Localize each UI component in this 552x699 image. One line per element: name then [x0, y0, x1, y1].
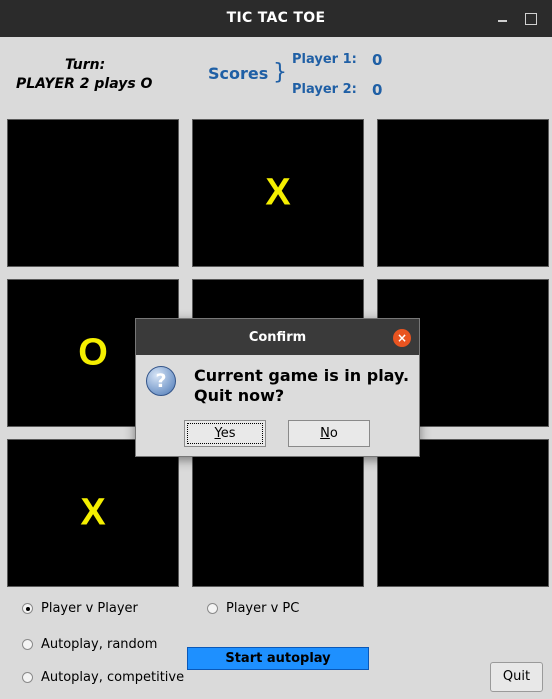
- turn-label: Turn:: [65, 57, 106, 73]
- board-cell-7[interactable]: X: [7, 439, 179, 587]
- start-autoplay-button[interactable]: Start autoplay: [187, 647, 369, 670]
- question-icon: ?: [146, 366, 176, 396]
- window-titlebar: TIC TAC TOE: [0, 0, 552, 37]
- board-cell-1[interactable]: [7, 119, 179, 267]
- radio-dot-checked-icon: [22, 603, 33, 614]
- radio-dot-icon: [22, 672, 33, 683]
- radio-label: Autoplay, competitive: [41, 670, 185, 685]
- dialog-titlebar: Confirm ×: [136, 319, 419, 355]
- turn-status: PLAYER 2 plays O: [16, 76, 153, 92]
- dialog-title: Confirm: [248, 330, 307, 345]
- radio-player-v-player[interactable]: Player v Player: [22, 601, 138, 616]
- scores-label: Scores: [208, 64, 269, 83]
- player1-score: 0: [372, 51, 383, 69]
- dialog-message-line1: Current game is in play.: [194, 366, 410, 385]
- radio-dot-icon: [22, 639, 33, 650]
- radio-autoplay-competitive[interactable]: Autoplay, competitive: [22, 670, 184, 685]
- quit-button[interactable]: Quit: [490, 662, 543, 692]
- radio-dot-icon: [207, 603, 218, 614]
- player1-label: Player 1:: [292, 52, 357, 67]
- button-label: es: [220, 426, 236, 441]
- cell-mark: X: [80, 491, 106, 534]
- minimize-icon[interactable]: [492, 8, 514, 30]
- no-button[interactable]: No: [288, 420, 370, 447]
- maximize-icon[interactable]: [520, 8, 542, 30]
- cell-mark: X: [265, 171, 291, 214]
- mnemonic-letter: N: [320, 426, 330, 441]
- radio-label: Player v Player: [41, 601, 138, 616]
- board-cell-2[interactable]: X: [192, 119, 364, 267]
- button-label: o: [329, 426, 338, 441]
- board-cell-9[interactable]: [377, 439, 549, 587]
- scores-brace: }: [273, 60, 287, 85]
- dialog-message-line2: Quit now?: [194, 386, 285, 405]
- radio-label: Autoplay, random: [41, 637, 158, 652]
- board-cell-8[interactable]: [192, 439, 364, 587]
- player2-label: Player 2:: [292, 82, 357, 97]
- window-title: TIC TAC TOE: [226, 10, 326, 26]
- radio-player-v-pc[interactable]: Player v PC: [207, 601, 299, 616]
- board-cell-3[interactable]: [377, 119, 549, 267]
- radio-label: Player v PC: [226, 601, 300, 616]
- yes-button[interactable]: Yes: [184, 420, 266, 447]
- player2-score: 0: [372, 81, 383, 99]
- confirm-dialog: Confirm × ? Current game is in play. Qui…: [135, 318, 420, 457]
- radio-autoplay-random[interactable]: Autoplay, random: [22, 637, 157, 652]
- close-icon[interactable]: ×: [393, 329, 411, 347]
